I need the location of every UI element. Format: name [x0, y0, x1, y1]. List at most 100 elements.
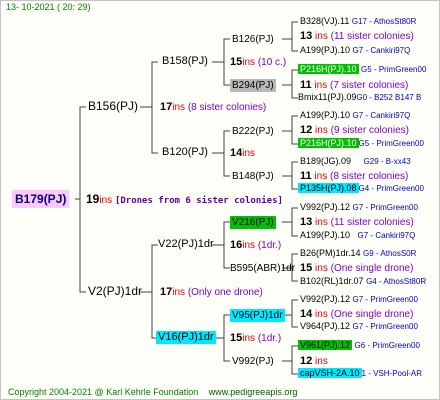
gen4-info-13: G7 - PrimGreen00 — [352, 322, 418, 331]
gen4-queen-7: P135H(PJ).08 G4 - PrimGreen00 — [298, 183, 424, 194]
root-queen[interactable]: B179(PJ) — [12, 190, 70, 208]
gen4-info-10: G9 - AthosS0R — [363, 249, 417, 258]
gen4-info-1: G7 - Cankiri97Q — [352, 46, 411, 55]
gen4-queen-6: B189(JG).09 G29 - B-xx43 — [300, 156, 411, 167]
gen2-count-2: 16 — [230, 239, 243, 251]
gen2-drones-2: 16ins (1dr.) — [230, 239, 281, 252]
gen2-count-3: 15 — [230, 332, 243, 344]
gen1-drones-1: 17ins (Only one drone) — [160, 286, 263, 299]
gen4-drones-6: 11 ins (8 sister colonies) — [300, 170, 408, 183]
gen4-queen-9: A199(PJ).10 G7 - Cankiri97Q — [300, 230, 415, 241]
gen4-queen-2: P216H(PJ).10 G5 - PrimGreen00 — [298, 64, 426, 75]
gen2-ins-2: ins — [242, 240, 256, 251]
gen3-queen-0[interactable]: B126(PJ) — [232, 33, 274, 46]
gen4-queen-8: V992(PJ).12 G7 - PrimGreen00 — [300, 202, 418, 213]
root-ins: ins — [99, 195, 113, 206]
gen4-count-0: 13 — [300, 30, 313, 42]
gen4-name-8[interactable]: V992(PJ).12 — [300, 202, 350, 212]
gen4-queen-5: P216H(PJ).10 G5 - PrimGreen00 — [298, 138, 424, 149]
gen4-name-13[interactable]: V964(PJ).12 — [300, 321, 350, 331]
gen1-count-1: 17 — [160, 286, 173, 298]
gen2-drones-0: 15ins (10 c.) — [230, 56, 286, 69]
gen4-ins-4: ins — [315, 125, 328, 136]
gen2-queen-0[interactable]: B158(PJ) — [162, 55, 208, 68]
gen4-note-8: (11 sister colonies) — [330, 217, 414, 228]
gen4-name-0[interactable]: B328(VJ).11 — [300, 16, 349, 26]
gen4-ins-10: ins — [315, 263, 328, 274]
gen4-queen-3: Bmix11(PJ).09G0 - B252 B147 B — [298, 92, 421, 103]
gen4-info-0: G17 - AthosSt80R — [351, 17, 417, 26]
gen4-name-14[interactable]: V961(PJ).12 — [298, 340, 353, 350]
gen4-name-4[interactable]: A199(PJ).10 — [300, 110, 350, 120]
gen4-name-5[interactable]: P216H(PJ).10 — [298, 138, 359, 148]
footer: Copyright 2004-2021 @ Karl Kehrle Founda… — [8, 387, 297, 397]
gen4-info-8: G7 - PrimGreen00 — [352, 203, 418, 212]
gen4-drones-4: 12 ins (9 sister colonies) — [300, 124, 409, 137]
gen3-queen-2[interactable]: B222(PJ) — [232, 125, 274, 138]
gen4-queen-4: A199(PJ).10 G7 - Cankiri97Q — [300, 110, 410, 121]
b148-branch — [282, 161, 298, 190]
gen4-info-11: G4 - AthosSt80R — [366, 277, 427, 286]
gen4-info-12: G7 - PrimGreen00 — [352, 295, 418, 304]
gen4-drones-10: 15 ins (One single drone) — [300, 262, 413, 275]
gen3-queen-1[interactable]: B294(PJ) — [230, 79, 276, 92]
gen4-name-3[interactable]: Bmix11(PJ).09 — [298, 92, 356, 102]
gen2-queen-3[interactable]: V16(PJ)1dr — [156, 331, 216, 344]
gen4-ins-0: ins — [315, 31, 328, 42]
gen4-name-2[interactable]: P216H(PJ).10 — [298, 64, 359, 74]
gen3-queen-3[interactable]: B148(PJ) — [232, 170, 274, 183]
gen4-name-12[interactable]: V992(PJ).12 — [300, 294, 350, 304]
gen4-note-12: (One single drone) — [330, 309, 414, 320]
gen4-name-10[interactable]: B26(PM)1dr.14 — [300, 248, 361, 258]
gen1-queen-1[interactable]: V2(PJ)1dr — [88, 285, 142, 298]
gen4-name-6[interactable]: B189(JG).09 — [300, 156, 351, 166]
gen2-ins-0: ins — [242, 57, 256, 68]
gen4-info-3: G0 - B252 B147 B — [356, 93, 422, 102]
gen2-queen-1[interactable]: B120(PJ) — [162, 146, 208, 159]
gen2-count-1: 14 — [230, 147, 243, 159]
v216-branch — [282, 207, 298, 237]
gen3-queen-4[interactable]: V216(PJ) — [230, 216, 276, 229]
gen4-ins-2: ins — [314, 80, 328, 91]
b156-branch — [140, 61, 158, 154]
gen4-ins-12: ins — [315, 309, 328, 320]
root-count: 19 — [86, 192, 100, 206]
gen4-queen-1: A199(PJ).10 G7 - Cankiri97Q — [300, 45, 410, 56]
gen4-name-1[interactable]: A199(PJ).10 — [300, 45, 350, 55]
b294-branch — [282, 69, 298, 99]
gen4-drones-0: 13 ins (11 sister colonies) — [300, 30, 414, 43]
gen1-note-0: (8 sister colonies) — [187, 102, 267, 113]
gen1-queen-0[interactable]: B156(PJ) — [88, 100, 138, 113]
gen4-queen-14: V961(PJ).12 G6 - PrimGreen00 — [298, 340, 420, 351]
gen4-name-9[interactable]: A199(PJ).10 — [300, 230, 350, 240]
gen2-note-0: (10 c.) — [257, 57, 287, 68]
b158-branch — [212, 38, 230, 86]
gen1-ins-1: ins — [172, 287, 186, 298]
gen2-queen-2[interactable]: V22(PJ)1dr — [158, 238, 214, 251]
gen2-drones-3: 15ins (1dr.) — [230, 332, 281, 345]
gen2-note-2: (1dr.) — [257, 240, 282, 251]
gen4-info-14: G6 - PrimGreen00 — [354, 341, 420, 350]
gen4-note-6: (8 sister colonies) — [330, 171, 409, 182]
gen3-queen-5[interactable]: B595(ABR)1dr — [230, 262, 295, 275]
gen4-ins-14: ins — [315, 356, 328, 367]
gen4-note-4: (9 sister colonies) — [330, 125, 409, 136]
gen4-note-10: (One single drone) — [330, 263, 414, 274]
gen4-name-11[interactable]: B102(RL)1dr.07 — [300, 276, 364, 286]
gen4-name-7[interactable]: P135H(PJ).08 — [298, 183, 359, 193]
gen3-queen-6[interactable]: V95(PJ)1dr — [230, 309, 285, 322]
gen4-count-12: 14 — [300, 308, 313, 320]
root-branch — [75, 106, 86, 293]
gen4-info-6: G29 - B-xx43 — [363, 157, 411, 166]
gen4-name-15[interactable]: capVSH-2A.10 — [298, 368, 362, 378]
gen4-info-15: 1 - VSH-Pool-AR — [361, 369, 423, 378]
b120-branch — [212, 130, 230, 177]
footer-url[interactable]: www.pedigreeapis.org — [209, 387, 298, 397]
gen4-info-7: G4 - PrimGreen00 — [358, 184, 424, 193]
gen4-note-0: (11 sister colonies) — [330, 31, 414, 42]
gen4-info-2: G5 - PrimGreen00 — [361, 65, 427, 74]
gen2-drones-1: 14ins — [230, 147, 255, 160]
gen3-queen-7[interactable]: V992(PJ) — [232, 355, 274, 368]
gen4-info-9: G7 - Cankiri97Q — [357, 231, 416, 240]
gen4-queen-13: V964(PJ).12 G7 - PrimGreen00 — [300, 321, 418, 332]
